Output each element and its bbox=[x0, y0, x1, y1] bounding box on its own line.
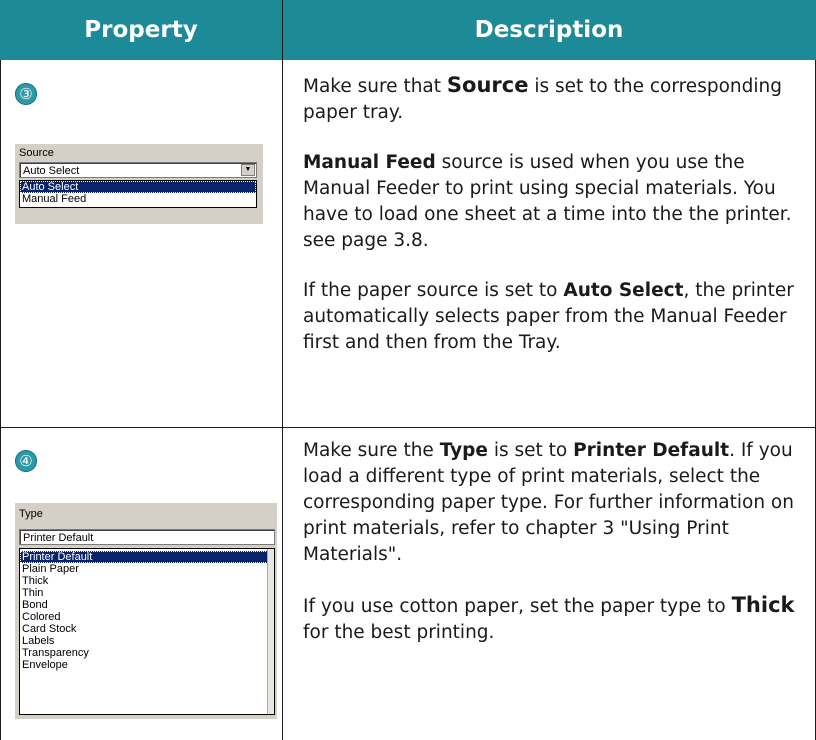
type-description: Make sure the Type is set to Printer Def… bbox=[303, 438, 803, 670]
table-header: Property Description bbox=[0, 0, 816, 60]
step-4-marker: ④ bbox=[15, 450, 37, 472]
row-divider bbox=[0, 427, 816, 428]
column-divider bbox=[282, 0, 283, 740]
type-dropdown-panel: Type Printer Default Printer Default Pla… bbox=[15, 503, 277, 719]
header-property: Property bbox=[84, 17, 198, 43]
type-option[interactable]: Transparency bbox=[20, 647, 274, 659]
type-option[interactable]: Printer Default bbox=[20, 551, 274, 563]
list-scrollbar[interactable] bbox=[267, 549, 274, 714]
type-option[interactable]: Bond bbox=[20, 599, 274, 611]
paragraph: Manual Feed source is used when you use … bbox=[303, 152, 792, 251]
source-dropdown-panel: Source Auto Select ▼ Auto Select Manual … bbox=[15, 144, 263, 224]
paragraph: If you use cotton paper, set the paper t… bbox=[303, 593, 795, 643]
type-options-list: Printer Default Plain Paper Thick Thin B… bbox=[19, 548, 275, 715]
type-option[interactable]: Envelope bbox=[20, 659, 274, 671]
property-table: Property Description ③ Source Auto Selec… bbox=[0, 0, 816, 740]
chevron-down-icon[interactable]: ▼ bbox=[241, 164, 255, 176]
paragraph: If the paper source is set to Auto Selec… bbox=[303, 280, 794, 353]
type-option[interactable]: Thin bbox=[20, 587, 274, 599]
table-border-left bbox=[0, 60, 1, 740]
source-option[interactable]: Manual Feed bbox=[20, 193, 256, 205]
type-option[interactable]: Colored bbox=[20, 611, 274, 623]
source-select[interactable]: Auto Select ▼ bbox=[19, 162, 257, 178]
paragraph: Make sure that Source is set to the corr… bbox=[303, 73, 782, 123]
type-option[interactable]: Thick bbox=[20, 575, 274, 587]
type-label: Type bbox=[19, 508, 43, 520]
source-option[interactable]: Auto Select bbox=[20, 181, 256, 193]
source-label: Source bbox=[19, 147, 54, 159]
type-selected-value: Printer Default bbox=[23, 532, 94, 544]
step-3-marker: ③ bbox=[15, 83, 37, 105]
type-option[interactable]: Labels bbox=[20, 635, 274, 647]
type-select[interactable]: Printer Default bbox=[19, 529, 275, 545]
header-description: Description bbox=[474, 17, 624, 43]
source-selected-value: Auto Select bbox=[23, 165, 80, 177]
type-option[interactable]: Plain Paper bbox=[20, 563, 274, 575]
paragraph: Make sure the Type is set to Printer Def… bbox=[303, 440, 794, 565]
type-option[interactable]: Card Stock bbox=[20, 623, 274, 635]
source-options-list: Auto Select Manual Feed bbox=[19, 180, 257, 208]
source-description: Make sure that Source is set to the corr… bbox=[303, 72, 803, 380]
